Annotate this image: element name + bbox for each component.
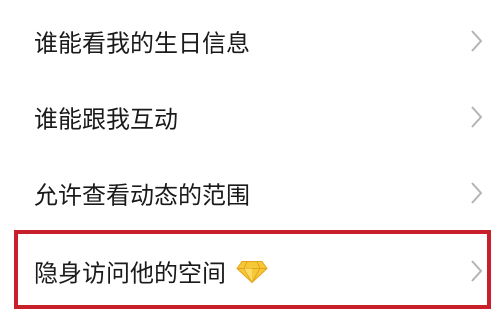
setting-label: 允许查看动态的范围 bbox=[34, 181, 250, 210]
setting-label: 谁能看我的生日信息 bbox=[34, 29, 250, 58]
chevron-right-icon bbox=[466, 258, 486, 284]
chevron-right-icon bbox=[466, 28, 486, 54]
chevron-right-icon bbox=[466, 180, 486, 206]
setting-label-with-badge: 隐身访问他的空间 bbox=[34, 254, 268, 289]
setting-row-birthday-visibility[interactable]: 谁能看我的生日信息 bbox=[0, 3, 498, 79]
setting-label: 谁能跟我互动 bbox=[34, 105, 178, 134]
diamond-vip-icon bbox=[236, 259, 268, 283]
chevron-right-icon bbox=[466, 104, 486, 130]
setting-row-invisible-visit[interactable]: 隐身访问他的空间 bbox=[0, 233, 498, 309]
setting-row-interaction-permission[interactable]: 谁能跟我互动 bbox=[0, 79, 498, 155]
settings-list: 谁能看我的生日信息 谁能跟我互动 允许查看动态的范围 隐身访问他的空间 bbox=[0, 0, 498, 316]
setting-label: 隐身访问他的空间 bbox=[34, 259, 226, 288]
setting-row-moments-range[interactable]: 允许查看动态的范围 bbox=[0, 155, 498, 231]
